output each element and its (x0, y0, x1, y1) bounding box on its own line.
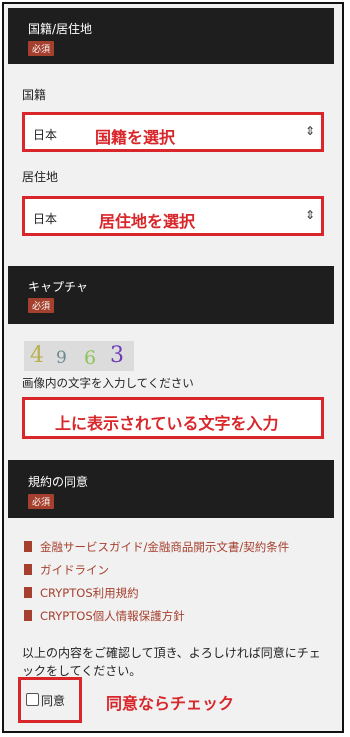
chevron-updown-icon: ⇕ (304, 124, 315, 138)
document-icon (24, 541, 32, 552)
agree-label[interactable]: 同意 (41, 692, 65, 709)
required-badge: 必須 (28, 41, 55, 56)
link-terms-of-use[interactable]: CRYPTOS利用規約 (24, 585, 139, 601)
confirm-text: 以上の内容をご確認して頂き、よろしければ同意にチェックをしてください。 (22, 646, 321, 678)
required-badge: 必須 (28, 298, 55, 313)
captcha-char: 6 (84, 347, 97, 369)
chevron-updown-icon: ⇕ (304, 208, 315, 222)
residence-value: 日本 (33, 212, 58, 226)
agree-checkbox[interactable] (26, 693, 39, 706)
nationality-label: 国籍 (22, 88, 47, 102)
captcha-char: 3 (110, 343, 124, 368)
section-title: キャプチャ (28, 280, 88, 294)
nationality-value: 日本 (33, 128, 58, 142)
link-financial-guide[interactable]: 金融サービスガイド/金融商品開示文書/契約条件 (24, 539, 289, 555)
section-title: 国籍/居住地 (28, 22, 93, 36)
section-header-nationality: 国籍/居住地 必須 (8, 8, 334, 64)
captcha-char: 4 (30, 343, 44, 368)
residence-label: 居住地 (22, 170, 59, 184)
document-icon (24, 587, 32, 598)
captcha-char: 9 (56, 348, 67, 368)
document-icon (24, 610, 32, 621)
residence-select[interactable]: 日本 居住地を選択 ⇕ (22, 196, 324, 236)
agree-checkbox-area[interactable]: 同意 (18, 677, 82, 723)
captcha-instruction: 画像内の文字を入力してください (22, 376, 194, 390)
residence-annotation: 居住地を選択 (99, 212, 196, 231)
link-privacy-policy[interactable]: CRYPTOS個人情報保護方針 (24, 608, 185, 624)
nationality-select[interactable]: 日本 国籍を選択 ⇕ (22, 112, 324, 152)
agree-annotation: 同意ならチェック (106, 694, 235, 713)
section-header-terms: 規約の同意 必須 (8, 460, 334, 518)
section-header-captcha: キャプチャ 必須 (8, 266, 334, 324)
captcha-annotation: 上に表示されている文字を入力 (55, 414, 279, 433)
link-guidelines[interactable]: ガイドライン (24, 562, 109, 578)
captcha-input[interactable]: 上に表示されている文字を入力 (22, 397, 324, 439)
document-icon (24, 564, 32, 575)
nationality-annotation: 国籍を選択 (95, 128, 176, 147)
captcha-image: 4 9 6 3 (24, 341, 134, 371)
required-badge: 必須 (28, 494, 55, 509)
section-title: 規約の同意 (28, 475, 89, 489)
